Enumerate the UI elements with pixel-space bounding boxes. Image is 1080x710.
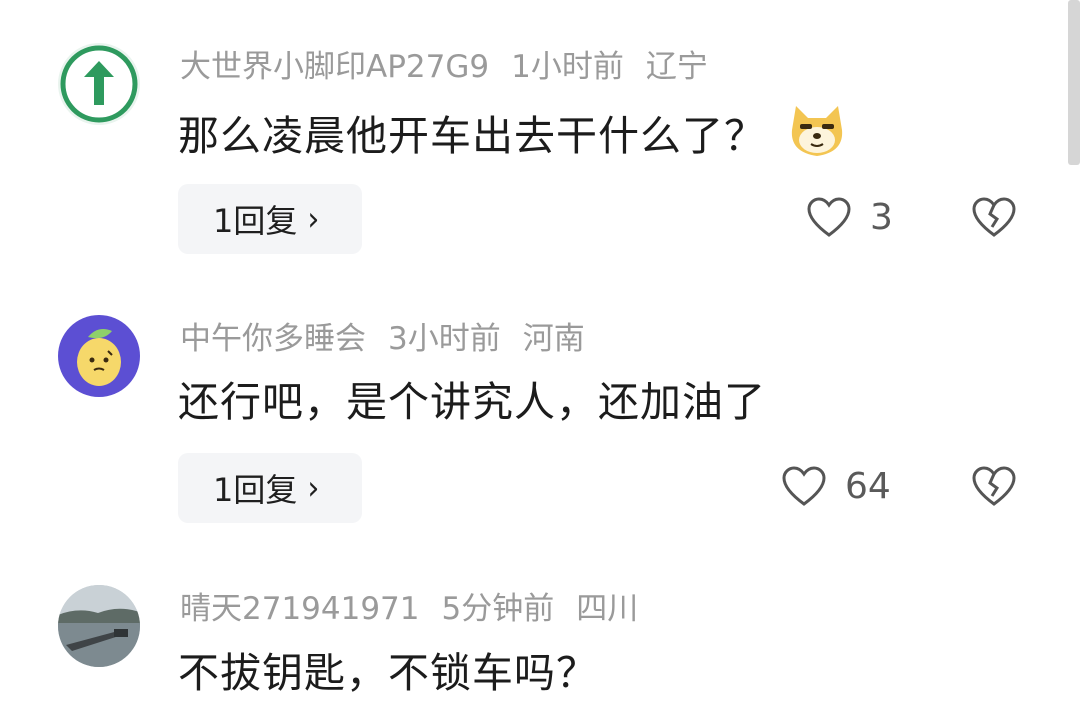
like-count: 64 <box>845 465 891 507</box>
dislike-button[interactable] <box>971 196 1017 242</box>
chevron-right-icon: › <box>307 468 320 508</box>
username[interactable]: 大世界小脚印AP27G9 <box>180 49 489 85</box>
location: 四川 <box>576 591 639 627</box>
dislike-button[interactable] <box>971 465 1017 511</box>
timestamp: 3小时前 <box>388 321 501 357</box>
location: 辽宁 <box>645 49 708 85</box>
doge-emoji-icon <box>791 106 843 156</box>
comment-meta: 大世界小脚印AP27G9 1小时前 辽宁 <box>180 47 730 87</box>
reply-count-button[interactable]: 1回复 › <box>178 184 362 254</box>
like-button[interactable]: 64 <box>781 465 891 507</box>
broken-heart-icon <box>972 197 1016 237</box>
comment-text-content: 不拔钥匙，不锁车吗？ <box>178 649 598 697</box>
location: 河南 <box>522 321 585 357</box>
comment-meta: 晴天271941971 5分钟前 四川 <box>180 589 660 629</box>
reply-count-button[interactable]: 1回复 › <box>178 453 362 523</box>
reply-count-label: 1回复 <box>213 202 298 240</box>
heart-outline-icon <box>807 197 851 237</box>
timestamp: 1小时前 <box>511 49 624 85</box>
avatar[interactable] <box>58 43 140 125</box>
comment-text: 那么凌晨他开车出去干什么了？ <box>178 102 848 164</box>
chevron-right-icon: › <box>307 199 320 239</box>
like-count: 3 <box>870 196 893 238</box>
broken-heart-icon <box>972 466 1016 506</box>
lemon-avatar-icon <box>77 329 121 386</box>
comment-text-content: 那么凌晨他开车出去干什么了？ <box>178 112 766 160</box>
comment-text-content: 还行吧，是个讲究人，还加油了 <box>178 378 766 426</box>
timestamp: 5分钟前 <box>441 591 555 627</box>
heart-outline-icon <box>782 466 826 506</box>
reply-count-label: 1回复 <box>213 471 298 509</box>
green-up-arrow-avatar-icon <box>60 45 138 123</box>
like-button[interactable]: 3 <box>806 196 893 238</box>
avatar[interactable] <box>58 585 140 667</box>
comment-text: 还行吧，是个讲究人，还加油了 <box>178 374 766 430</box>
comment-text: 不拔钥匙，不锁车吗？ <box>178 645 598 701</box>
lake-photo-avatar-icon <box>58 585 140 667</box>
avatar[interactable] <box>58 315 140 397</box>
username[interactable]: 中午你多睡会 <box>180 321 366 357</box>
username[interactable]: 晴天271941971 <box>180 591 420 627</box>
scrollbar[interactable] <box>1068 0 1080 165</box>
comment-meta: 中午你多睡会 3小时前 河南 <box>180 319 607 359</box>
